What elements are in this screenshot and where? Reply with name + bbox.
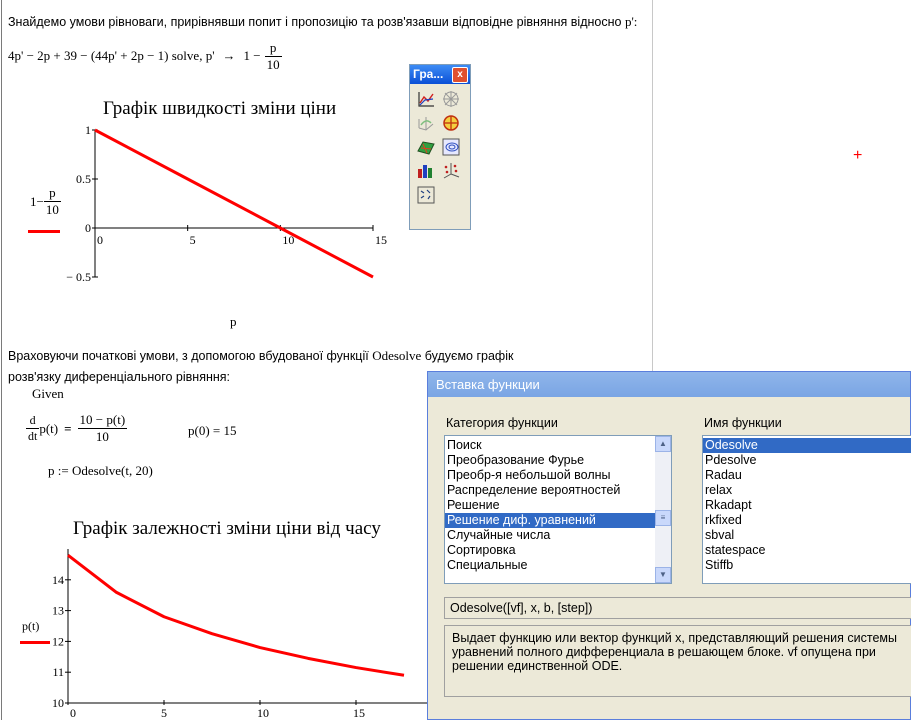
para2-line1: Враховуючи початкові умови, з допомогою … (8, 348, 514, 363)
category-item[interactable]: Преобразование Фурье (445, 453, 671, 468)
chart1-x-tick-label: 5 (190, 233, 196, 247)
signature-text: Odesolve([vf], x, b, [step]) (450, 601, 593, 615)
3d-scatter-icon[interactable] (441, 161, 461, 181)
toolbar-title: Гра... (413, 67, 444, 81)
chart2[interactable]: 14 13 12 11 10 0 5 10 15 (52, 549, 430, 720)
function-item[interactable]: Stiffb (703, 558, 911, 573)
category-item[interactable]: Решение диф. уравнений (445, 513, 671, 528)
function-item[interactable]: Pdesolve (703, 453, 911, 468)
scroll-up-icon[interactable]: ▲ (655, 436, 671, 452)
category-item[interactable]: Преобр-я небольшой волны (445, 468, 671, 483)
function-name-label: Имя функции (704, 416, 782, 430)
odesolve-assignment[interactable]: p := Odesolve(t, 20) (48, 463, 153, 479)
initial-condition[interactable]: p(0) = 15 (188, 423, 237, 439)
chart2-x-tick-label: 15 (353, 706, 365, 720)
function-listbox[interactable]: Odesolve Pdesolve Radau relax Rkadapt rkfixed… (702, 435, 911, 584)
category-item[interactable]: Сортировка (445, 543, 671, 558)
category-item[interactable]: Распределение вероятностей (445, 483, 671, 498)
category-item[interactable]: Поиск (445, 438, 671, 453)
odesolve-name: Odesolve (372, 348, 422, 363)
scroll-thumb[interactable]: ≡ (655, 510, 671, 526)
category-listbox[interactable]: Поиск Преобразование Фурье Преобр-я неболь… (444, 435, 672, 584)
category-label: Категория функции (446, 416, 558, 430)
ode-equation[interactable]: d dt p(t) = 10 − p(t) 10 (26, 412, 128, 445)
3d-surface-icon[interactable] (416, 137, 436, 157)
chart1-y-tick-label: − 0.5 (66, 270, 91, 284)
function-item[interactable]: Rkadapt (703, 498, 911, 513)
polar-target-icon[interactable] (441, 113, 461, 133)
insert-function-dialog[interactable]: Вставка функции Категория функции Имя фу… (427, 371, 911, 720)
chart1-series-line (94, 128, 374, 279)
chart1-y-tick-label: 0 (85, 221, 91, 235)
polar-plot-icon[interactable] (441, 89, 461, 109)
surface-plot-icon[interactable] (416, 113, 436, 133)
chart2-ylabel: p(t) (22, 619, 40, 633)
3d-bar-chart-icon[interactable] (416, 161, 436, 181)
function-item[interactable]: Radau (703, 468, 911, 483)
contour-plot-icon[interactable] (441, 137, 461, 157)
xy-plot-icon[interactable] (416, 89, 436, 109)
chart2-y-tick-label: 10 (52, 696, 64, 710)
chart2-y-tick-label: 14 (52, 573, 64, 587)
dialog-titlebar[interactable]: Вставка функции (428, 372, 910, 397)
category-item[interactable]: Специальные (445, 558, 671, 573)
chart1-x-tick-label: 15 (375, 233, 387, 247)
function-item[interactable]: relax (703, 483, 911, 498)
chart2-y-tick-label: 12 (52, 634, 64, 648)
crosshair-icon: + (853, 147, 863, 164)
chart2-y-tick-label: 11 (52, 665, 64, 679)
category-scrollbar[interactable]: ▲ ≡ ▼ (655, 436, 671, 583)
chart2-series-line (67, 553, 405, 677)
chart2-y-tick-label: 13 (52, 604, 64, 618)
function-item[interactable]: statespace (703, 543, 911, 558)
chart1-y-tick-label: 0.5 (76, 172, 91, 186)
chart2-x-tick-label: 5 (161, 706, 167, 720)
close-icon[interactable]: x (452, 67, 468, 83)
function-item[interactable]: rkfixed (703, 513, 911, 528)
scroll-down-icon[interactable]: ▼ (655, 567, 671, 583)
given-keyword[interactable]: Given (32, 386, 64, 402)
chart1-y-tick-label: 1 (85, 123, 91, 137)
description-text: Выдает функцию или вектор функций x, пре… (452, 631, 897, 673)
chart2-title: Графік залежності зміни ціни від часу (73, 518, 381, 539)
function-item[interactable]: sbval (703, 528, 911, 543)
toolbar-titlebar[interactable]: Гра... x (410, 65, 470, 84)
vector-field-icon[interactable] (416, 185, 436, 205)
graph-toolbar[interactable]: Гра... x (409, 64, 471, 230)
description-field: Выдает функцию или вектор функций x, пре… (444, 625, 911, 697)
category-item[interactable]: Случайные числа (445, 528, 671, 543)
chart2-x-tick-label: 10 (257, 706, 269, 720)
chart1-x-tick-label: 0 (97, 233, 103, 247)
category-item[interactable]: Решение (445, 498, 671, 513)
chart2-legend-line (20, 641, 50, 644)
function-item[interactable]: Odesolve (703, 438, 911, 453)
chart1[interactable]: 0 5 10 1510.50− 0.5 (66, 123, 387, 284)
para2-line2: розв'язку диференціального рівняння: (8, 370, 231, 384)
chart2-x-tick-label: 0 (70, 706, 76, 720)
signature-field: Odesolve([vf], x, b, [step]) (444, 597, 911, 619)
